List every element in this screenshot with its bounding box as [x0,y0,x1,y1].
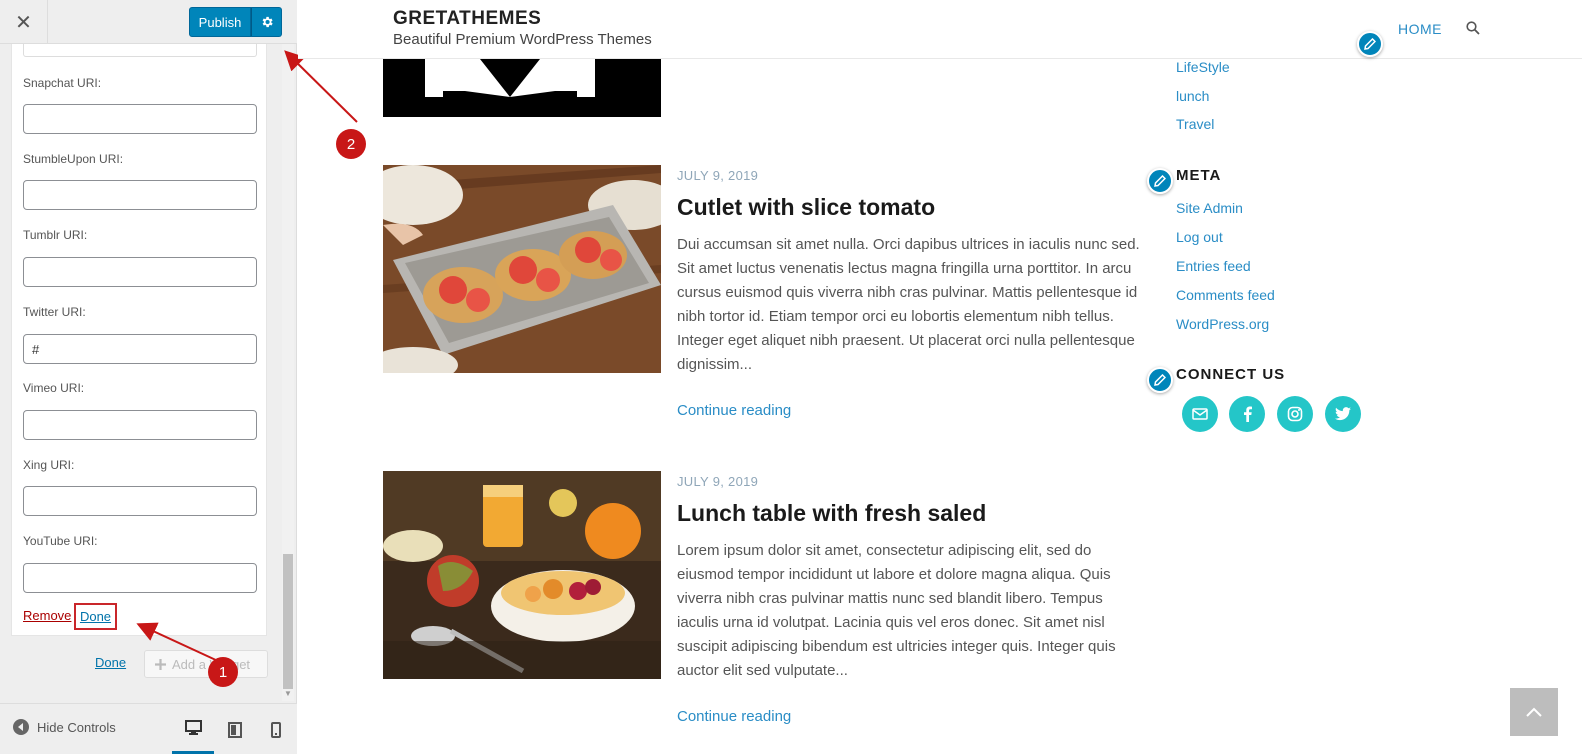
post-title[interactable]: Lunch table with fresh saled [677,500,986,527]
email-icon[interactable] [1182,396,1218,432]
meta-link-comments-feed[interactable]: Comments feed [1176,287,1275,303]
vimeo-uri-input[interactable] [23,410,257,440]
post-thumbnail-lunch[interactable] [383,471,661,679]
search-icon[interactable] [1466,21,1480,40]
snapchat-uri-label: Snapchat URI: [23,76,102,90]
social-widget-form: Snapchat URI: StumbleUpon URI: Tumblr UR… [11,44,267,636]
xing-uri-input[interactable] [23,486,257,516]
site-title[interactable]: GRETATHEMES [393,8,541,30]
meta-link-wordpress-org[interactable]: WordPress.org [1176,316,1269,332]
stumbleupon-uri-label: StumbleUpon URI: [23,152,124,166]
category-link[interactable]: Travel [1176,116,1214,132]
site-preview: GRETATHEMES Beautiful Premium WordPress … [298,0,1582,754]
facebook-icon[interactable] [1229,396,1265,432]
done-sidebar-link[interactable]: Done [95,655,126,670]
pencil-icon [1364,38,1376,50]
nav-home-link[interactable]: HOME [1398,21,1442,37]
customizer-header: ✕ Publish [0,0,297,44]
youtube-uri-label: YouTube URI: [23,534,98,548]
tumblr-uri-label: Tumblr URI: [23,228,88,242]
tumblr-uri-input[interactable] [23,257,257,287]
xing-uri-label: Xing URI: [23,458,75,472]
youtube-uri-input[interactable] [23,563,257,593]
instagram-icon[interactable] [1277,396,1313,432]
meta-heading: META [1176,167,1222,184]
continue-reading-link[interactable]: Continue reading [677,402,791,419]
mobile-icon [271,721,281,738]
chevron-up-icon [1526,707,1542,717]
post-excerpt: Dui accumsan sit amet nulla. Orci dapibu… [677,236,1140,373]
post-thumbnail-cutlet[interactable] [383,165,661,373]
meta-link-site-admin[interactable]: Site Admin [1176,200,1243,216]
back-to-top-button[interactable] [1510,688,1558,736]
done-widget-link[interactable]: Done [74,603,117,630]
site-header: GRETATHEMES Beautiful Premium WordPress … [298,0,1582,59]
remove-widget-link[interactable]: Remove [23,608,71,623]
snapchat-uri-input[interactable] [23,104,257,134]
scroll-down-icon[interactable]: ▼ [283,689,293,699]
hide-controls-label: Hide Controls [37,719,116,735]
desktop-icon [184,720,202,735]
pencil-icon [1154,175,1166,187]
close-customizer-button[interactable]: ✕ [0,0,48,44]
hide-controls-button[interactable]: Hide Controls [13,719,116,735]
twitter-uri-input[interactable] [23,334,257,364]
publish-settings-button[interactable] [251,7,282,37]
customizer-sidebar: ✕ Publish Snapchat URI: StumbleUpon URI:… [0,0,297,754]
meta-link-entries-feed[interactable]: Entries feed [1176,258,1251,274]
publish-button[interactable]: Publish [189,7,251,37]
post-date: JULY 9, 2019 [677,168,759,183]
twitter-uri-label: Twitter URI: [23,305,86,319]
site-tagline: Beautiful Premium WordPress Themes [393,31,652,48]
post-excerpt: Lorem ipsum dolor sit amet, consectetur … [677,542,1116,679]
previous-post-thumbnail[interactable] [383,59,661,117]
plus-icon [155,658,166,670]
twitter-icon[interactable] [1325,396,1361,432]
tablet-icon [228,721,242,738]
scrollbar-thumb[interactable] [283,554,293,689]
category-link[interactable]: LifeStyle [1176,59,1230,75]
customizer-footer: Hide Controls [0,703,297,754]
edit-meta-widget-shortcut[interactable] [1147,168,1173,194]
category-link[interactable]: lunch [1176,88,1209,104]
close-icon: ✕ [15,11,32,34]
pencil-icon [1154,374,1166,386]
publish-group: Publish [189,7,282,37]
vimeo-uri-label: Vimeo URI: [23,381,85,395]
tablet-preview-button[interactable] [214,704,256,754]
post-title[interactable]: Cutlet with slice tomato [677,194,935,221]
continue-reading-link[interactable]: Continue reading [677,708,791,725]
connect-us-heading: CONNECT US [1176,366,1286,383]
stumbleupon-uri-input[interactable] [23,180,257,210]
post-date: JULY 9, 2019 [677,474,759,489]
collapse-icon [13,719,29,735]
mobile-preview-button[interactable] [255,704,297,754]
edit-menu-shortcut[interactable] [1357,31,1383,57]
panel-scrollbar[interactable]: ▼ [282,44,294,701]
meta-link-log-out[interactable]: Log out [1176,229,1223,245]
annotation-badge-1: 1 [208,657,238,687]
gear-icon [262,16,273,28]
edit-connect-widget-shortcut[interactable] [1147,367,1173,393]
add-widget-button[interactable]: Add a Widget [144,650,268,678]
desktop-preview-button[interactable] [172,704,214,754]
previous-uri-input[interactable] [23,44,257,57]
annotation-badge-2: 2 [336,129,366,159]
